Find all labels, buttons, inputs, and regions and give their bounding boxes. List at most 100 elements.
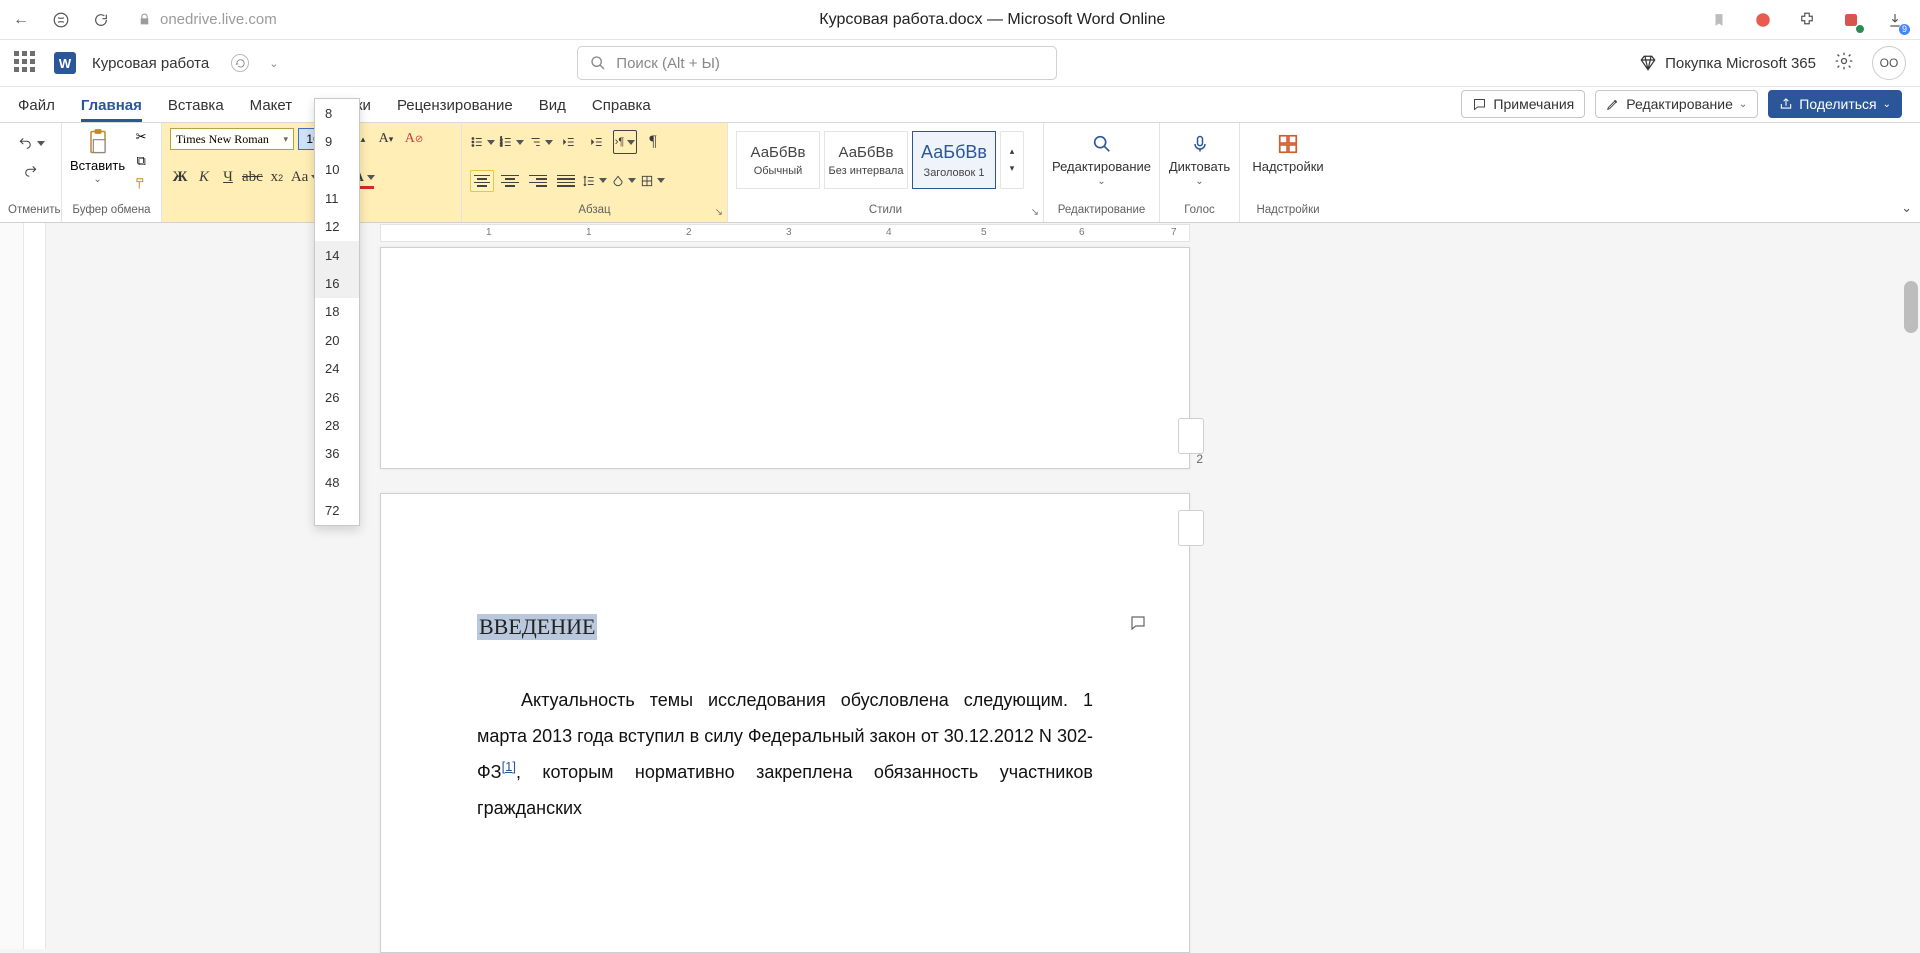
dictate-button[interactable]: Диктовать ⌄ [1168,127,1231,187]
redo-button[interactable] [19,159,43,183]
microphone-icon [1185,131,1215,157]
diamond-icon [1639,54,1657,72]
bookmark-icon[interactable] [1708,9,1730,31]
shrink-font-button[interactable]: A▾ [374,127,398,151]
styles-dialog-icon[interactable]: ↘ [1031,207,1039,218]
horizontal-ruler[interactable]: 11234567 [380,224,1190,242]
vertical-scroll-thumb[interactable] [1904,281,1918,333]
comment-marker-icon[interactable] [1129,614,1147,637]
align-left-button[interactable] [470,170,494,192]
vertical-ruler[interactable] [24,223,46,949]
magnifier-icon [1087,131,1117,157]
italic-button[interactable]: К [194,166,214,190]
font-size-option[interactable]: 14 [315,241,359,269]
align-center-button[interactable] [498,170,522,192]
font-size-option[interactable]: 24 [315,355,359,383]
font-size-dropdown[interactable]: 8910111214161820242628364872 [314,98,360,526]
downloads-icon[interactable]: 9 [1884,9,1906,31]
page-side-handle[interactable] [1178,510,1204,546]
font-size-option[interactable]: 48 [315,468,359,496]
format-painter-button[interactable] [131,177,151,195]
tab-layout[interactable]: Макет [250,97,292,122]
browser-home-button[interactable] [48,7,74,33]
styles-more-button[interactable]: ▴▾ [1000,131,1024,189]
decrease-indent-button[interactable] [557,130,581,154]
paragraph-dialog-icon[interactable]: ↘ [715,207,723,218]
subscript-button[interactable]: x2 [267,166,287,190]
comments-button[interactable]: Примечания [1461,90,1585,118]
doc-heading[interactable]: ВВЕДЕНИЕ [477,614,597,640]
bullets-button[interactable] [470,130,495,154]
font-size-option[interactable]: 12 [315,213,359,241]
font-size-option[interactable]: 26 [315,383,359,411]
addins-button[interactable]: Надстройки [1248,127,1328,174]
font-size-option[interactable]: 20 [315,326,359,354]
font-size-option[interactable]: 18 [315,298,359,326]
editing-find-button[interactable]: Редактирование ⌄ [1052,127,1151,187]
text-direction-button[interactable]: ›¶ [613,130,637,154]
window-title: Курсовая работа.docx — Microsoft Word On… [291,11,1694,29]
search-icon [590,55,606,71]
font-size-option[interactable]: 16 [315,269,359,297]
lock-icon [134,10,154,30]
tab-help[interactable]: Справка [592,97,651,122]
editing-mode-button[interactable]: Редактирование ⌄ [1595,90,1758,118]
font-name-select[interactable]: Times New Roman ▾ [170,128,294,150]
footnote-link[interactable]: [1] [502,759,516,774]
profile-icon[interactable] [1752,9,1774,31]
underline-button[interactable]: Ч [218,166,238,190]
tab-review[interactable]: Рецензирование [397,97,513,122]
tab-file[interactable]: Файл [18,97,55,122]
settings-icon[interactable] [1834,51,1854,76]
line-spacing-button[interactable] [582,169,607,193]
font-size-option[interactable]: 28 [315,411,359,439]
page-side-handle[interactable] [1178,418,1204,454]
style-normal[interactable]: АаБбВв Обычный [736,131,820,189]
app-launcher-icon[interactable] [14,51,38,75]
increase-indent-button[interactable] [585,130,609,154]
multilevel-list-button[interactable] [528,130,553,154]
search-input[interactable]: Поиск (Alt + Ы) [577,46,1057,80]
copy-button[interactable]: ⧉ [131,153,151,171]
font-size-option[interactable]: 11 [315,184,359,212]
strike-button[interactable]: abc [242,166,263,190]
shading-button[interactable] [611,169,636,193]
user-avatar[interactable]: ОО [1872,46,1906,80]
numbering-button[interactable]: 123 [499,130,524,154]
svg-text:3: 3 [500,143,503,148]
downloads-badge: 9 [1899,24,1910,35]
browser-reload-button[interactable] [88,7,114,33]
doc-menu-chevron-icon[interactable]: ⌄ [269,57,278,70]
font-size-option[interactable]: 72 [315,496,359,524]
paste-button[interactable]: Вставить ⌄ [70,127,125,185]
font-size-option[interactable]: 9 [315,127,359,155]
font-size-option[interactable]: 8 [315,99,359,127]
tab-insert[interactable]: Вставка [168,97,224,122]
undo-button[interactable] [16,131,45,155]
style-no-spacing[interactable]: АаБбВв Без интервала [824,131,908,189]
cut-button[interactable]: ✂ [131,129,151,147]
show-marks-button[interactable]: ¶ [641,130,665,154]
borders-button[interactable] [640,169,665,193]
save-status-icon[interactable] [231,54,249,72]
font-size-option[interactable]: 10 [315,156,359,184]
document-name[interactable]: Курсовая работа [92,55,209,72]
bold-button[interactable]: Ж [170,166,190,190]
ribbon-collapse-chevron-icon[interactable]: ⌄ [1901,200,1912,216]
browser-back-button[interactable]: ← [8,7,34,33]
share-button[interactable]: Поделиться ⌄ [1768,90,1902,118]
doc-body[interactable]: Актуальность темы исследования обусловле… [477,682,1093,826]
clear-format-button[interactable]: A⊘ [402,127,426,151]
extensions-icon[interactable] [1796,9,1818,31]
tab-home[interactable]: Главная [81,97,142,122]
tab-view[interactable]: Вид [539,97,566,122]
buy-m365-link[interactable]: Покупка Microsoft 365 [1639,54,1816,72]
document-page[interactable]: ВВЕДЕНИЕ Актуальность темы исследования … [380,493,1190,953]
align-justify-button[interactable] [554,170,578,192]
style-heading1[interactable]: АаБбВв Заголовок 1 [912,131,996,189]
addon-status-icon[interactable] [1840,9,1862,31]
align-right-button[interactable] [526,170,550,192]
clipboard-group-label: Буфер обмена [70,204,153,220]
address-bar[interactable]: onedrive.live.com [134,10,277,30]
font-size-option[interactable]: 36 [315,440,359,468]
